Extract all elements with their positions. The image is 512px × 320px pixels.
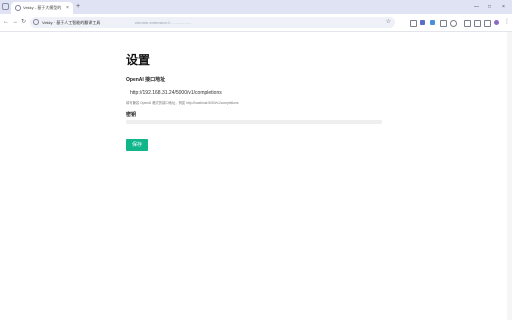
extension-icon[interactable] xyxy=(450,20,457,27)
minimize-icon[interactable]: — xyxy=(474,3,479,11)
browser-toolbar: ← → ↻ Vekky · 基于人工智能的翻译工具 chrome-extensi… xyxy=(0,14,512,32)
extension-icon[interactable] xyxy=(430,20,435,25)
url-path: chrome-extension://................... xyxy=(135,20,192,25)
menu-icon[interactable]: ⋮ xyxy=(504,18,510,27)
save-button[interactable]: 保存 xyxy=(126,139,148,151)
extensions-icon[interactable] xyxy=(474,20,481,27)
endpoint-input[interactable] xyxy=(126,88,382,98)
endpoint-hint: 填写兼容 OpenAI 格式的接口地址，例如 http://localhost:… xyxy=(126,101,239,105)
downloads-icon[interactable] xyxy=(464,20,471,27)
page-title: 设置 xyxy=(126,53,151,67)
key-label: 密钥 xyxy=(126,112,137,118)
page-scrollbar[interactable] xyxy=(507,32,512,320)
key-input[interactable] xyxy=(126,120,382,124)
url-text: Vekky · 基于人工智能的翻译工具 xyxy=(42,20,101,25)
window-icon[interactable] xyxy=(2,3,9,10)
forward-icon[interactable]: → xyxy=(12,18,18,27)
back-icon[interactable]: ← xyxy=(3,18,9,27)
maximize-icon[interactable]: □ xyxy=(488,3,491,11)
profile-avatar[interactable] xyxy=(494,20,499,25)
close-window-icon[interactable]: × xyxy=(502,3,505,11)
tab-title: Vekky - 基于大模型的 xyxy=(23,5,62,10)
new-tab-icon[interactable]: + xyxy=(76,2,80,12)
extension-icon[interactable] xyxy=(410,20,417,27)
star-icon[interactable]: ☆ xyxy=(386,18,391,27)
tab-favicon-icon xyxy=(15,5,21,11)
tab-strip: Vekky - 基于大模型的 × + — □ × xyxy=(0,0,512,14)
address-bar[interactable]: Vekky · 基于人工智能的翻译工具 chrome-extension://.… xyxy=(30,17,395,28)
extension-icon[interactable] xyxy=(440,20,447,27)
tab-close-icon[interactable]: × xyxy=(66,4,69,12)
site-info-icon[interactable] xyxy=(33,19,39,25)
extension-icon[interactable] xyxy=(420,20,425,25)
reload-icon[interactable]: ↻ xyxy=(21,18,26,27)
tab-active[interactable]: Vekky - 基于大模型的 × xyxy=(11,2,73,14)
endpoint-label: OpenAI 接口地址 xyxy=(126,77,166,83)
sidebar-icon[interactable] xyxy=(484,20,491,27)
